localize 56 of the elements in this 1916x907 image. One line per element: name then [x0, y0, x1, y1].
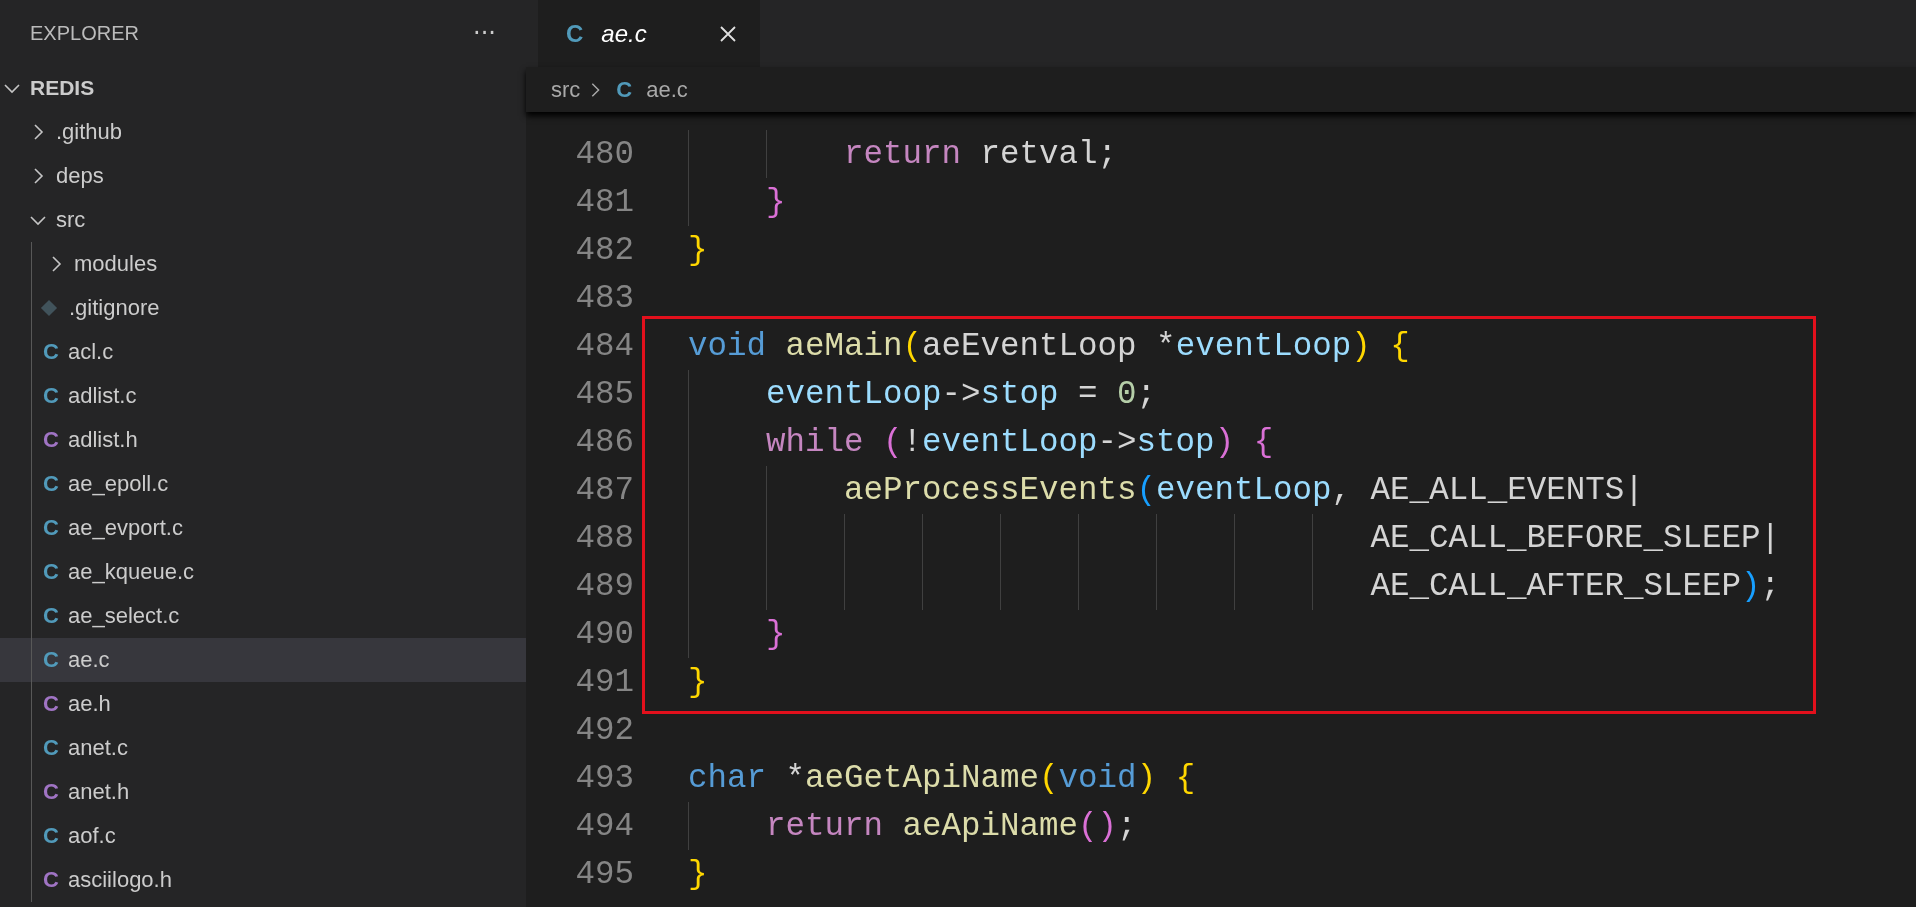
line-number: 488: [574, 519, 634, 557]
tree-item[interactable]: C ae.c: [0, 638, 526, 682]
explorer-title: EXPLORER: [30, 21, 139, 45]
tree-item[interactable]: deps: [0, 154, 526, 198]
c-file-icon: C: [40, 823, 62, 849]
line-number: 480: [574, 135, 634, 173]
line-number: 491: [574, 663, 634, 701]
editor-tab[interactable]: C ae.c: [538, 0, 760, 67]
code-line: }: [634, 610, 786, 658]
line-number: 483: [574, 279, 634, 317]
c-file-icon: C: [40, 779, 62, 805]
code-line: char *aeGetApiName(void) {: [687, 758, 1196, 799]
line-number: 493: [574, 759, 634, 797]
code-line: }: [687, 854, 708, 895]
tree-item[interactable]: REDIS: [0, 66, 526, 110]
close-icon[interactable]: [718, 23, 738, 44]
code-line: }: [687, 662, 708, 703]
c-file-icon: C: [40, 339, 62, 365]
code-line: eventLoop->stop = 0;: [634, 370, 1157, 418]
line-number: 492: [574, 711, 634, 749]
code-line: while (!eventLoop->stop) {: [634, 418, 1274, 466]
code-line: }: [687, 230, 708, 271]
line-number: 482: [574, 231, 634, 269]
code-line: return retval;: [634, 130, 1118, 178]
c-file-icon: C: [40, 691, 62, 717]
c-file-icon: C: [40, 647, 62, 673]
line-number: 490: [574, 615, 634, 653]
more-actions-button[interactable]: ···: [469, 19, 500, 47]
c-file-icon: C: [40, 383, 62, 409]
c-file-icon: C: [40, 427, 62, 453]
line-number: 494: [574, 807, 634, 845]
code-line: }: [634, 178, 786, 226]
code-line: void aeMain(aeEventLoop *eventLoop) {: [687, 326, 1410, 367]
code-line: AE_CALL_AFTER_SLEEP);: [634, 562, 1781, 610]
breadcrumb-item[interactable]: ae.c: [646, 76, 688, 103]
line-number: 485: [574, 375, 634, 413]
code-line: return aeApiName();: [634, 802, 1137, 850]
c-file-icon: C: [40, 603, 62, 629]
c-file-icon: C: [40, 471, 62, 497]
code-line: AE_CALL_BEFORE_SLEEP|: [634, 514, 1781, 562]
diamond-icon: [40, 299, 58, 317]
code-line: aeProcessEvents(eventLoop, AE_ALL_EVENTS|: [634, 466, 1644, 514]
line-number: 495: [574, 855, 634, 893]
c-file-icon: C: [616, 76, 633, 103]
line-number: 481: [574, 183, 634, 221]
line-number: 486: [574, 423, 634, 461]
c-file-icon: C: [40, 735, 62, 761]
c-file-icon: C: [40, 515, 62, 541]
tree-item[interactable]: .github: [0, 110, 526, 154]
line-number: 484: [574, 327, 634, 365]
c-file-icon: C: [40, 559, 62, 585]
line-number: 489: [574, 567, 634, 605]
tree-item[interactable]: src: [0, 198, 526, 242]
c-file-icon: C: [40, 867, 62, 893]
line-number: 487: [574, 471, 634, 509]
breadcrumb-item[interactable]: src: [551, 76, 581, 103]
